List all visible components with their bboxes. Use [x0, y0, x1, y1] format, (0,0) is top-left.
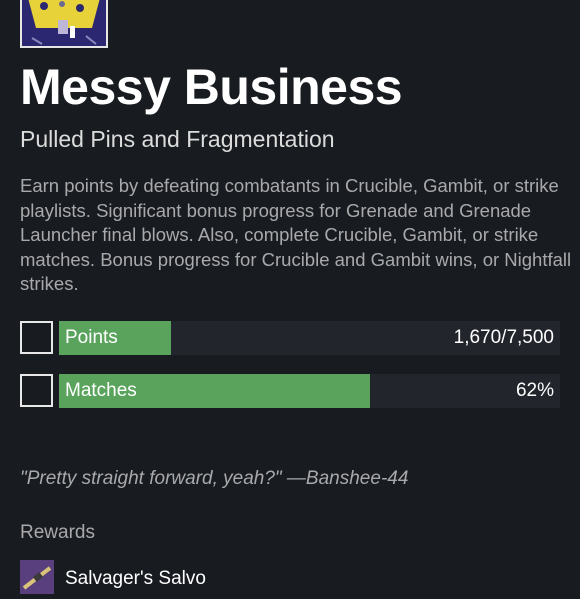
objective-label: Points — [65, 327, 118, 348]
bounty-subtitle: Pulled Pins and Fragmentation — [20, 126, 335, 152]
bounty-title: Messy Business — [20, 59, 403, 115]
bounty-description: Earn points by defeating combatants in C… — [20, 175, 572, 294]
objective-points: Points 1,670/7,500 — [20, 321, 560, 355]
objective-value: 62% — [515, 380, 554, 401]
reward-name: Salvager's Salvo — [65, 568, 206, 589]
reward-item[interactable]: Salvager's Salvo — [20, 560, 420, 594]
progress-bar-track: Points 1,670/7,500 — [59, 321, 560, 355]
grenade-launcher-icon — [20, 560, 54, 594]
progress-bar-track: Matches 62% — [59, 374, 560, 408]
objective-checkbox[interactable] — [20, 374, 53, 407]
bounty-icon — [20, 0, 108, 48]
objective-label: Matches — [65, 380, 137, 401]
flavor-quote: "Pretty straight forward, yeah?" —Banshe… — [20, 468, 409, 489]
rewards-heading: Rewards — [20, 522, 95, 543]
objective-checkbox[interactable] — [20, 321, 53, 354]
objective-value: 1,670/7,500 — [453, 327, 554, 348]
objective-matches: Matches 62% — [20, 374, 560, 408]
